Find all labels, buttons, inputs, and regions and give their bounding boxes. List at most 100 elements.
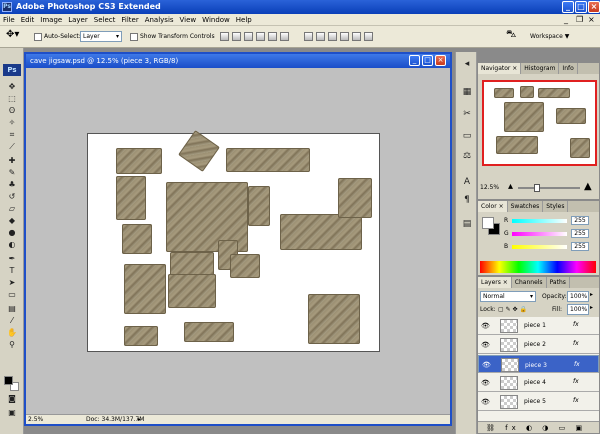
channel-g-input[interactable]: 255: [571, 229, 589, 238]
puzzle-piece[interactable]: [168, 274, 216, 308]
puzzle-piece[interactable]: [178, 130, 220, 172]
doc-close-button[interactable]: ×: [435, 55, 446, 66]
layers-list[interactable]: 👁 piece 1 fx 👁 piece 2 fx 👁 piece 3 fx 👁…: [478, 317, 599, 421]
dodge-tool-icon[interactable]: ◐: [7, 240, 17, 249]
show-transform-check-icon[interactable]: [130, 32, 138, 41]
distribute-vcenter-icon[interactable]: [316, 32, 325, 41]
auto-select-checkbox[interactable]: Auto-Select:: [34, 31, 81, 43]
history-brush-icon[interactable]: ↺: [7, 192, 17, 201]
channel-r-input[interactable]: 255: [571, 216, 589, 225]
zoom-slider-handle[interactable]: [534, 184, 540, 192]
lasso-tool-icon[interactable]: ʘ: [7, 106, 17, 115]
brush-tool-icon[interactable]: ✎: [7, 168, 17, 177]
close-button[interactable]: ×: [588, 1, 600, 13]
marquee-tool-icon[interactable]: ⬚: [7, 94, 17, 103]
puzzle-piece[interactable]: [308, 294, 360, 344]
workspace-button[interactable]: Workspace ▼: [530, 31, 569, 43]
puzzle-piece[interactable]: [124, 264, 166, 314]
menu-analysis[interactable]: Analysis: [142, 14, 177, 26]
blend-mode-dropdown[interactable]: Normal ▾: [480, 291, 536, 302]
puzzle-piece[interactable]: [122, 224, 152, 254]
puzzle-piece[interactable]: [116, 148, 162, 174]
screen-mode-icon[interactable]: ▣: [7, 408, 17, 417]
puzzle-piece[interactable]: [338, 178, 372, 218]
visibility-eye-icon[interactable]: 👁: [481, 398, 490, 406]
visibility-eye-icon[interactable]: 👁: [481, 379, 490, 387]
visibility-eye-icon[interactable]: 👁: [482, 361, 491, 370]
navigator-zoom-slider[interactable]: [518, 184, 580, 192]
eraser-tool-icon[interactable]: ▱: [7, 204, 17, 213]
layer-comps-icon[interactable]: ▭: [461, 130, 473, 142]
puzzle-piece[interactable]: [280, 214, 362, 250]
tab-color[interactable]: Color ×: [478, 201, 508, 212]
collapse-panels-icon[interactable]: ◂: [461, 58, 473, 70]
brushes-icon[interactable]: ▦: [461, 86, 473, 98]
menu-edit[interactable]: Edit: [18, 14, 38, 26]
layer-row[interactable]: 👁 piece 5 fx: [478, 393, 599, 411]
layer-fx-icon[interactable]: fx: [573, 321, 579, 328]
layer-fx-icon[interactable]: fx: [574, 360, 580, 369]
pen-tool-icon[interactable]: ✒: [7, 254, 17, 263]
color-foreground-swatch[interactable]: [482, 217, 494, 229]
distribute-top-icon[interactable]: [304, 32, 313, 41]
path-select-icon[interactable]: ➤: [7, 278, 17, 287]
document-title-bar[interactable]: cave jigsaw.psd @ 12.5% (piece 3, RGB/8)…: [26, 54, 450, 68]
tab-swatches[interactable]: Swatches: [508, 201, 544, 212]
puzzle-piece[interactable]: [248, 186, 270, 226]
crop-tool-icon[interactable]: ⌗: [7, 130, 17, 139]
puzzle-piece[interactable]: [184, 322, 234, 342]
maximize-button[interactable]: □: [575, 1, 587, 13]
menu-view[interactable]: View: [177, 14, 200, 26]
slice-tool-icon[interactable]: ⟋: [7, 142, 17, 151]
menu-select[interactable]: Select: [91, 14, 119, 26]
channel-r-slider[interactable]: [512, 219, 567, 223]
tab-navigator[interactable]: Navigator ×: [478, 63, 522, 74]
fill-input[interactable]: 100%: [567, 304, 589, 315]
puzzle-piece[interactable]: [230, 254, 260, 278]
fill-arrow-icon[interactable]: ▸: [590, 304, 593, 311]
tool-presets-icon[interactable]: ✂: [461, 108, 473, 120]
workspace-icon[interactable]: ⛍: [506, 29, 516, 41]
clone-stamp-icon[interactable]: ♣: [7, 180, 17, 189]
channel-g-slider[interactable]: [512, 232, 567, 236]
quick-mask-icon[interactable]: ◙: [7, 394, 17, 403]
hand-tool-icon[interactable]: ✋: [7, 328, 17, 337]
menu-filter[interactable]: Filter: [118, 14, 141, 26]
layer-fx-icon[interactable]: fx: [573, 397, 579, 404]
doc-minimize-icon[interactable]: _: [564, 14, 568, 26]
tab-paths[interactable]: Paths: [547, 277, 570, 288]
puzzle-piece[interactable]: [226, 148, 310, 172]
eyedropper-icon[interactable]: ⁄: [7, 316, 17, 325]
channel-b-input[interactable]: 255: [571, 242, 589, 251]
distribute-bottom-icon[interactable]: [328, 32, 337, 41]
auto-select-check-icon[interactable]: [34, 32, 42, 41]
character-icon[interactable]: A: [461, 176, 473, 188]
tab-histogram[interactable]: Histogram: [521, 63, 560, 74]
navigator-zoom-value[interactable]: 12.5%: [480, 184, 499, 191]
layer-row[interactable]: 👁 piece 2 fx: [478, 336, 599, 354]
align-right-icon[interactable]: [280, 32, 289, 41]
layer-fx-icon[interactable]: fx: [573, 340, 579, 347]
puzzle-piece[interactable]: [116, 176, 146, 220]
layer-row-selected[interactable]: 👁 piece 3 fx: [478, 355, 599, 373]
distribute-right-icon[interactable]: [364, 32, 373, 41]
visibility-eye-icon[interactable]: 👁: [481, 341, 490, 349]
layers-footer-buttons[interactable]: ⛓ fx ◐ ◑ ▭ ▣ 🗑: [478, 421, 599, 433]
lock-icons[interactable]: ▢ ✎ ✥ 🔒: [498, 306, 527, 313]
show-transform-checkbox[interactable]: Show Transform Controls: [130, 31, 215, 43]
move-tool-icon[interactable]: ✥▾: [6, 29, 19, 41]
blur-tool-icon[interactable]: ●: [7, 228, 17, 237]
align-bottom-icon[interactable]: [244, 32, 253, 41]
opacity-arrow-icon[interactable]: ▸: [590, 291, 593, 298]
move-tool-icon[interactable]: ✥: [7, 82, 17, 91]
align-vcenter-icon[interactable]: [232, 32, 241, 41]
zoom-out-icon[interactable]: ▴: [508, 181, 513, 192]
zoom-tool-icon[interactable]: ⚲: [7, 340, 17, 349]
doc-maximize-button[interactable]: □: [422, 55, 433, 66]
paint-bucket-icon[interactable]: ◆: [7, 216, 17, 225]
minimize-button[interactable]: _: [562, 1, 574, 13]
clone-source-icon[interactable]: ⚖: [461, 150, 473, 162]
menu-layer[interactable]: Layer: [65, 14, 91, 26]
align-hcenter-icon[interactable]: [268, 32, 277, 41]
zoom-in-icon[interactable]: ▲: [584, 181, 592, 192]
